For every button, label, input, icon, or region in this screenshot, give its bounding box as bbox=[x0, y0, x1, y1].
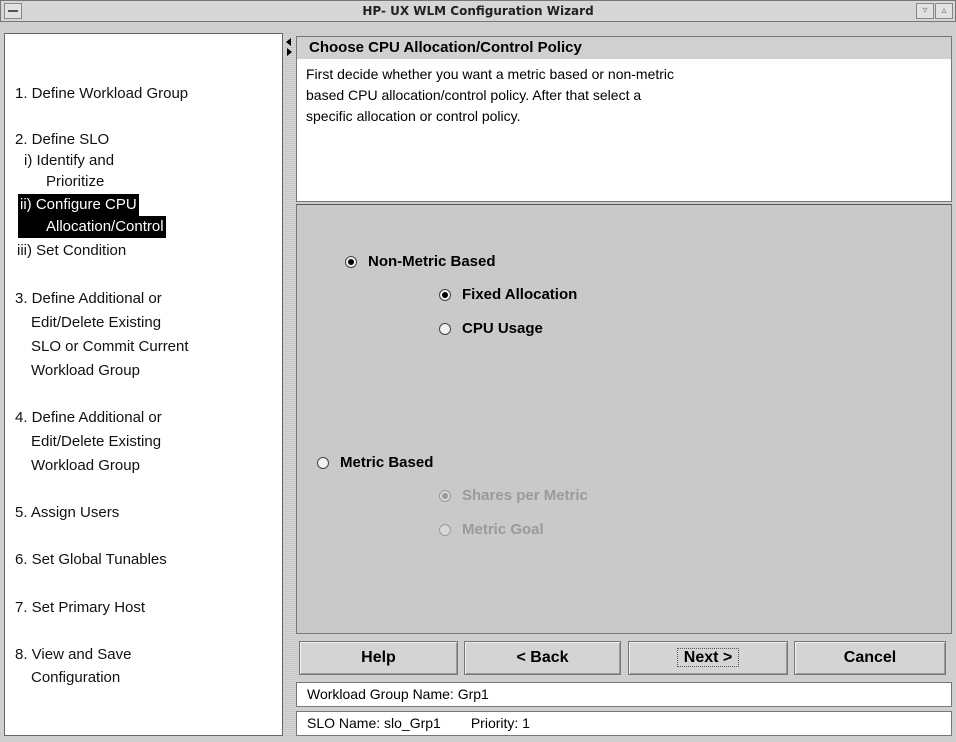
window-controls: ▿ ▵ bbox=[915, 3, 953, 19]
step-define-additional-slo-l3: SLO or Commit Current bbox=[31, 338, 189, 355]
step-define-additional-slo-l2: Edit/Delete Existing bbox=[31, 314, 162, 331]
step-assign-users: 5. Assign Users bbox=[15, 504, 120, 521]
step-define-additional-slo: 3. Define Additional or bbox=[15, 290, 162, 307]
title-bar: HP- UX WLM Configuration Wizard ▿ ▵ bbox=[0, 0, 956, 22]
workload-group-name-status: Workload Group Name: Grp1 bbox=[296, 682, 952, 707]
step-view-save-cont: Configuration bbox=[31, 669, 121, 686]
minimize-button[interactable]: ▿ bbox=[916, 3, 934, 19]
radio-metric-based[interactable]: Metric Based bbox=[317, 454, 433, 471]
substep-identify-prioritize-cont: Prioritize bbox=[46, 173, 105, 190]
maximize-button[interactable]: ▵ bbox=[935, 3, 953, 19]
substep-identify-prioritize: i) Identify and bbox=[24, 152, 115, 169]
slo-priority: Priority: 1 bbox=[470, 715, 530, 731]
radio-label: Metric Based bbox=[340, 454, 434, 471]
description-line: First decide whether you want a metric b… bbox=[306, 66, 675, 82]
radio-label: Fixed Allocation bbox=[462, 286, 578, 303]
step-view-save: 8. View and Save bbox=[15, 646, 132, 663]
radio-cpu-usage[interactable]: CPU Usage bbox=[439, 320, 543, 337]
panel-description: First decide whether you want a metric b… bbox=[306, 64, 826, 127]
radio-metric-goal: Metric Goal bbox=[439, 521, 544, 538]
step-define-slo: 2. Define SLO bbox=[15, 131, 110, 148]
slo-name: SLO Name: slo_Grp1 bbox=[307, 715, 441, 731]
radio-selected-icon bbox=[439, 288, 451, 301]
step-define-additional-group-l2: Edit/Delete Existing bbox=[31, 433, 162, 450]
panel-heading: Choose CPU Allocation/Control Policy bbox=[297, 37, 951, 59]
wizard-steps-panel: 1. Define Workload Group 2. Define SLO i… bbox=[4, 33, 283, 736]
radio-label: Shares per Metric bbox=[462, 487, 588, 504]
back-button[interactable]: < Back bbox=[464, 641, 621, 675]
window-title: HP- UX WLM Configuration Wizard bbox=[362, 4, 594, 18]
pane-splitter[interactable] bbox=[285, 33, 294, 736]
radio-unselected-icon bbox=[439, 322, 451, 335]
substep-configure-cpu-current: ii) Configure CPU bbox=[18, 194, 139, 216]
step-set-primary-host: 7. Set Primary Host bbox=[15, 599, 146, 616]
radio-label: Non-Metric Based bbox=[368, 253, 496, 270]
step-define-additional-group-l3: Workload Group bbox=[31, 457, 140, 474]
radio-unselected-icon bbox=[317, 456, 329, 469]
window-frame: 1. Define Workload Group 2. Define SLO i… bbox=[0, 22, 956, 742]
radio-label: CPU Usage bbox=[462, 320, 543, 337]
radio-selected-icon bbox=[439, 489, 451, 502]
substep-set-condition: iii) Set Condition bbox=[17, 242, 127, 259]
slo-status: SLO Name: slo_Grp1 Priority: 1 bbox=[296, 711, 952, 736]
radio-label: Metric Goal bbox=[462, 521, 544, 538]
collapse-left-icon[interactable] bbox=[286, 38, 291, 46]
next-button-label: Next > bbox=[676, 648, 740, 667]
description-panel: Choose CPU Allocation/Control Policy Fir… bbox=[296, 36, 952, 202]
description-line: specific allocation or control policy. bbox=[306, 108, 521, 124]
help-button[interactable]: Help bbox=[299, 641, 458, 675]
substep-configure-cpu-current-cont: Allocation/Control bbox=[18, 216, 166, 238]
radio-unselected-icon bbox=[439, 523, 451, 536]
next-button[interactable]: Next > bbox=[628, 641, 788, 675]
step-define-additional-group: 4. Define Additional or bbox=[15, 409, 162, 426]
policy-options-panel: Non-Metric Based Fixed Allocation CPU Us… bbox=[296, 204, 952, 634]
expand-right-icon[interactable] bbox=[287, 48, 292, 56]
step-define-workload-group: 1. Define Workload Group bbox=[15, 85, 189, 102]
step-set-global-tunables: 6. Set Global Tunables bbox=[15, 551, 167, 568]
radio-non-metric-based[interactable]: Non-Metric Based bbox=[345, 253, 496, 270]
cancel-button[interactable]: Cancel bbox=[794, 641, 946, 675]
radio-selected-icon bbox=[345, 255, 357, 268]
description-line: based CPU allocation/control policy. Aft… bbox=[306, 87, 642, 103]
step-define-additional-slo-l4: Workload Group bbox=[31, 362, 140, 379]
wizard-button-bar: Help < Back Next > Cancel bbox=[296, 638, 952, 678]
radio-shares-per-metric: Shares per Metric bbox=[439, 487, 588, 504]
radio-fixed-allocation[interactable]: Fixed Allocation bbox=[439, 286, 577, 303]
